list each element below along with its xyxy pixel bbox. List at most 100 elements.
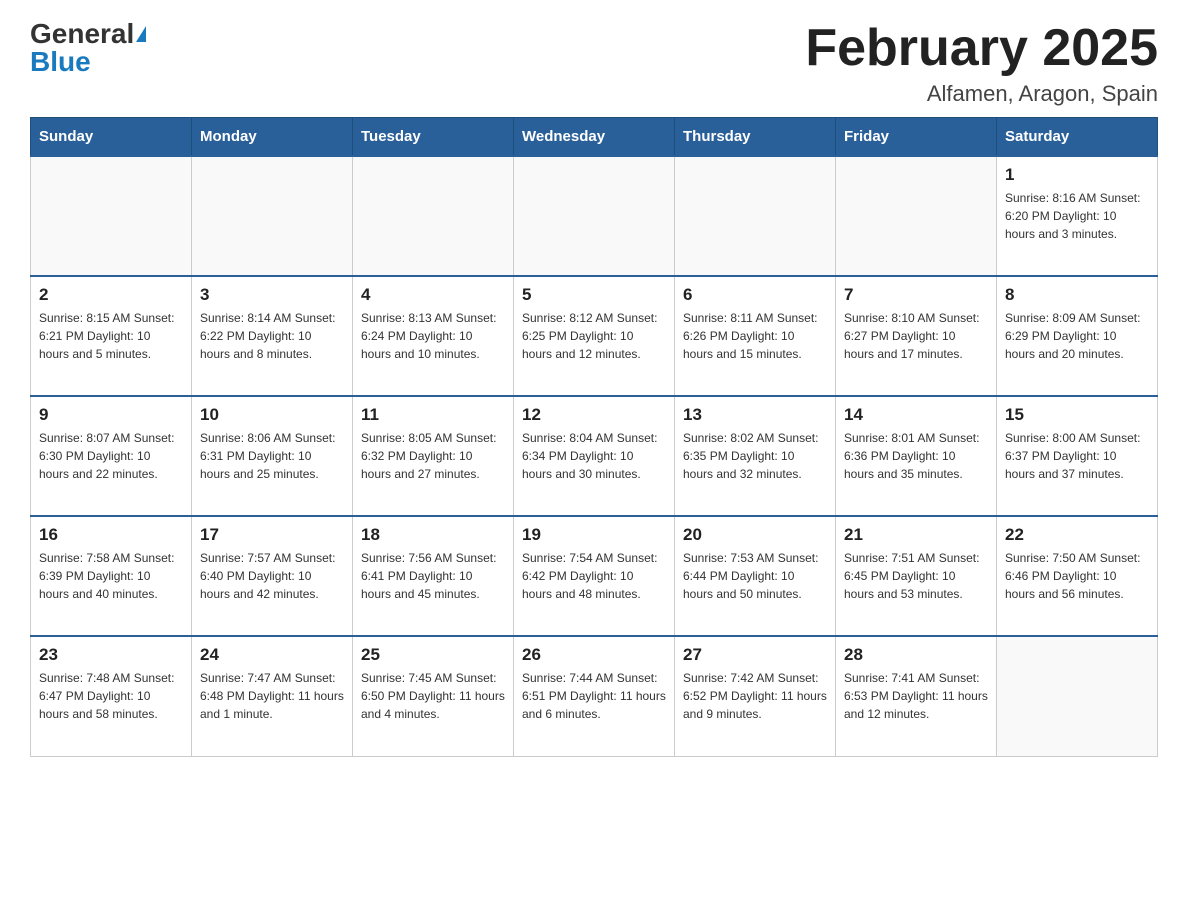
page-header: General Blue February 2025 Alfamen, Arag… [30, 20, 1158, 107]
logo: General Blue [30, 20, 146, 76]
calendar-cell: 10 Sunrise: 8:06 AM Sunset: 6:31 PM Dayli… [192, 396, 353, 516]
day-number: 20 [683, 525, 827, 545]
title-section: February 2025 Alfamen, Aragon, Spain [805, 20, 1158, 107]
day-info: Sunrise: 7:45 AM Sunset: 6:50 PM Dayligh… [361, 669, 505, 723]
calendar-week-4: 23Sunrise: 7:48 AM Sunset: 6:47 PM Dayli… [31, 636, 1158, 756]
day-number: 27 [683, 645, 827, 665]
day-info: Sunrise: 8:11 AM Sunset: 6:26 PM Dayligh… [683, 309, 827, 363]
day-number: 18 [361, 525, 505, 545]
calendar-cell: 4 Sunrise: 8:13 AM Sunset: 6:24 PM Daylig… [353, 276, 514, 396]
day-info: Sunrise: 7:50 AM Sunset: 6:46 PM Dayligh… [1005, 549, 1149, 603]
day-info: Sunrise: 8:05 AM Sunset: 6:32 PM Dayligh… [361, 429, 505, 483]
day-info: Sunrise: 8:09 AM Sunset: 6:29 PM Dayligh… [1005, 309, 1149, 363]
calendar-cell: 21Sunrise: 7:51 AM Sunset: 6:45 PM Dayli… [836, 516, 997, 636]
day-info: Sunrise: 8:13 AM Sunset: 6:24 PM Dayligh… [361, 309, 505, 363]
day-info: Sunrise: 8:16 AM Sunset: 6:20 PM Dayligh… [1005, 189, 1149, 243]
calendar-cell: 18 Sunrise: 7:56 AM Sunset: 6:41 PM Dayli… [353, 516, 514, 636]
logo-general-text: General [30, 20, 134, 48]
day-info: Sunrise: 8:00 AM Sunset: 6:37 PM Dayligh… [1005, 429, 1149, 483]
calendar-cell: 11 Sunrise: 8:05 AM Sunset: 6:32 PM Dayli… [353, 396, 514, 516]
day-info: Sunrise: 8:15 AM Sunset: 6:21 PM Dayligh… [39, 309, 183, 363]
day-number: 12 [522, 405, 666, 425]
calendar-week-0: 1 Sunrise: 8:16 AM Sunset: 6:20 PM Daylig… [31, 156, 1158, 276]
calendar-cell: 12 Sunrise: 8:04 AM Sunset: 6:34 PM Dayli… [514, 396, 675, 516]
weekday-header-monday: Monday [192, 118, 353, 157]
calendar-header-row: SundayMondayTuesdayWednesdayThursdayFrid… [31, 118, 1158, 157]
day-number: 6 [683, 285, 827, 305]
day-number: 11 [361, 405, 505, 425]
calendar-cell [997, 636, 1158, 756]
day-number: 2 [39, 285, 183, 305]
day-info: Sunrise: 8:14 AM Sunset: 6:22 PM Dayligh… [200, 309, 344, 363]
logo-blue-text: Blue [30, 48, 91, 76]
calendar-cell: 20 Sunrise: 7:53 AM Sunset: 6:44 PM Dayli… [675, 516, 836, 636]
day-info: Sunrise: 8:12 AM Sunset: 6:25 PM Dayligh… [522, 309, 666, 363]
calendar-week-2: 9Sunrise: 8:07 AM Sunset: 6:30 PM Daylig… [31, 396, 1158, 516]
calendar-cell [836, 156, 997, 276]
day-info: Sunrise: 7:47 AM Sunset: 6:48 PM Dayligh… [200, 669, 344, 723]
day-info: Sunrise: 8:04 AM Sunset: 6:34 PM Dayligh… [522, 429, 666, 483]
calendar-week-3: 16Sunrise: 7:58 AM Sunset: 6:39 PM Dayli… [31, 516, 1158, 636]
calendar-cell: 27 Sunrise: 7:42 AM Sunset: 6:52 PM Dayli… [675, 636, 836, 756]
calendar-cell: 16Sunrise: 7:58 AM Sunset: 6:39 PM Dayli… [31, 516, 192, 636]
calendar-cell: 28Sunrise: 7:41 AM Sunset: 6:53 PM Dayli… [836, 636, 997, 756]
day-info: Sunrise: 7:54 AM Sunset: 6:42 PM Dayligh… [522, 549, 666, 603]
day-info: Sunrise: 7:58 AM Sunset: 6:39 PM Dayligh… [39, 549, 183, 603]
day-info: Sunrise: 8:01 AM Sunset: 6:36 PM Dayligh… [844, 429, 988, 483]
day-number: 23 [39, 645, 183, 665]
calendar-cell: 13 Sunrise: 8:02 AM Sunset: 6:35 PM Dayli… [675, 396, 836, 516]
calendar-cell: 9Sunrise: 8:07 AM Sunset: 6:30 PM Daylig… [31, 396, 192, 516]
location-text: Alfamen, Aragon, Spain [805, 81, 1158, 107]
calendar-cell: 8 Sunrise: 8:09 AM Sunset: 6:29 PM Daylig… [997, 276, 1158, 396]
day-number: 14 [844, 405, 988, 425]
weekday-header-thursday: Thursday [675, 118, 836, 157]
weekday-header-saturday: Saturday [997, 118, 1158, 157]
day-number: 24 [200, 645, 344, 665]
day-info: Sunrise: 7:56 AM Sunset: 6:41 PM Dayligh… [361, 549, 505, 603]
day-number: 17 [200, 525, 344, 545]
logo-triangle-icon [136, 26, 146, 42]
calendar-cell: 7Sunrise: 8:10 AM Sunset: 6:27 PM Daylig… [836, 276, 997, 396]
calendar-cell [353, 156, 514, 276]
day-number: 10 [200, 405, 344, 425]
weekday-header-wednesday: Wednesday [514, 118, 675, 157]
calendar-cell [675, 156, 836, 276]
calendar-cell: 2 Sunrise: 8:15 AM Sunset: 6:21 PM Daylig… [31, 276, 192, 396]
day-number: 3 [200, 285, 344, 305]
day-number: 28 [844, 645, 988, 665]
day-number: 1 [1005, 165, 1149, 185]
calendar-cell: 5 Sunrise: 8:12 AM Sunset: 6:25 PM Daylig… [514, 276, 675, 396]
day-number: 21 [844, 525, 988, 545]
calendar-cell: 25 Sunrise: 7:45 AM Sunset: 6:50 PM Dayli… [353, 636, 514, 756]
weekday-header-tuesday: Tuesday [353, 118, 514, 157]
calendar-cell: 3 Sunrise: 8:14 AM Sunset: 6:22 PM Daylig… [192, 276, 353, 396]
calendar-week-1: 2 Sunrise: 8:15 AM Sunset: 6:21 PM Daylig… [31, 276, 1158, 396]
calendar-cell: 23Sunrise: 7:48 AM Sunset: 6:47 PM Dayli… [31, 636, 192, 756]
calendar-cell: 24 Sunrise: 7:47 AM Sunset: 6:48 PM Dayli… [192, 636, 353, 756]
day-number: 15 [1005, 405, 1149, 425]
calendar-cell: 22 Sunrise: 7:50 AM Sunset: 6:46 PM Dayli… [997, 516, 1158, 636]
month-title: February 2025 [805, 20, 1158, 77]
day-info: Sunrise: 7:42 AM Sunset: 6:52 PM Dayligh… [683, 669, 827, 723]
calendar-cell [192, 156, 353, 276]
day-number: 8 [1005, 285, 1149, 305]
day-info: Sunrise: 8:10 AM Sunset: 6:27 PM Dayligh… [844, 309, 988, 363]
day-number: 25 [361, 645, 505, 665]
day-info: Sunrise: 7:53 AM Sunset: 6:44 PM Dayligh… [683, 549, 827, 603]
calendar-cell: 14 Sunrise: 8:01 AM Sunset: 6:36 PM Dayli… [836, 396, 997, 516]
calendar-cell [31, 156, 192, 276]
calendar-cell: 15 Sunrise: 8:00 AM Sunset: 6:37 PM Dayli… [997, 396, 1158, 516]
day-number: 4 [361, 285, 505, 305]
calendar-cell: 19Sunrise: 7:54 AM Sunset: 6:42 PM Dayli… [514, 516, 675, 636]
day-number: 22 [1005, 525, 1149, 545]
day-info: Sunrise: 8:07 AM Sunset: 6:30 PM Dayligh… [39, 429, 183, 483]
day-number: 13 [683, 405, 827, 425]
day-info: Sunrise: 8:06 AM Sunset: 6:31 PM Dayligh… [200, 429, 344, 483]
day-number: 26 [522, 645, 666, 665]
weekday-header-sunday: Sunday [31, 118, 192, 157]
day-info: Sunrise: 8:02 AM Sunset: 6:35 PM Dayligh… [683, 429, 827, 483]
calendar-cell [514, 156, 675, 276]
weekday-header-friday: Friday [836, 118, 997, 157]
day-number: 5 [522, 285, 666, 305]
day-info: Sunrise: 7:57 AM Sunset: 6:40 PM Dayligh… [200, 549, 344, 603]
